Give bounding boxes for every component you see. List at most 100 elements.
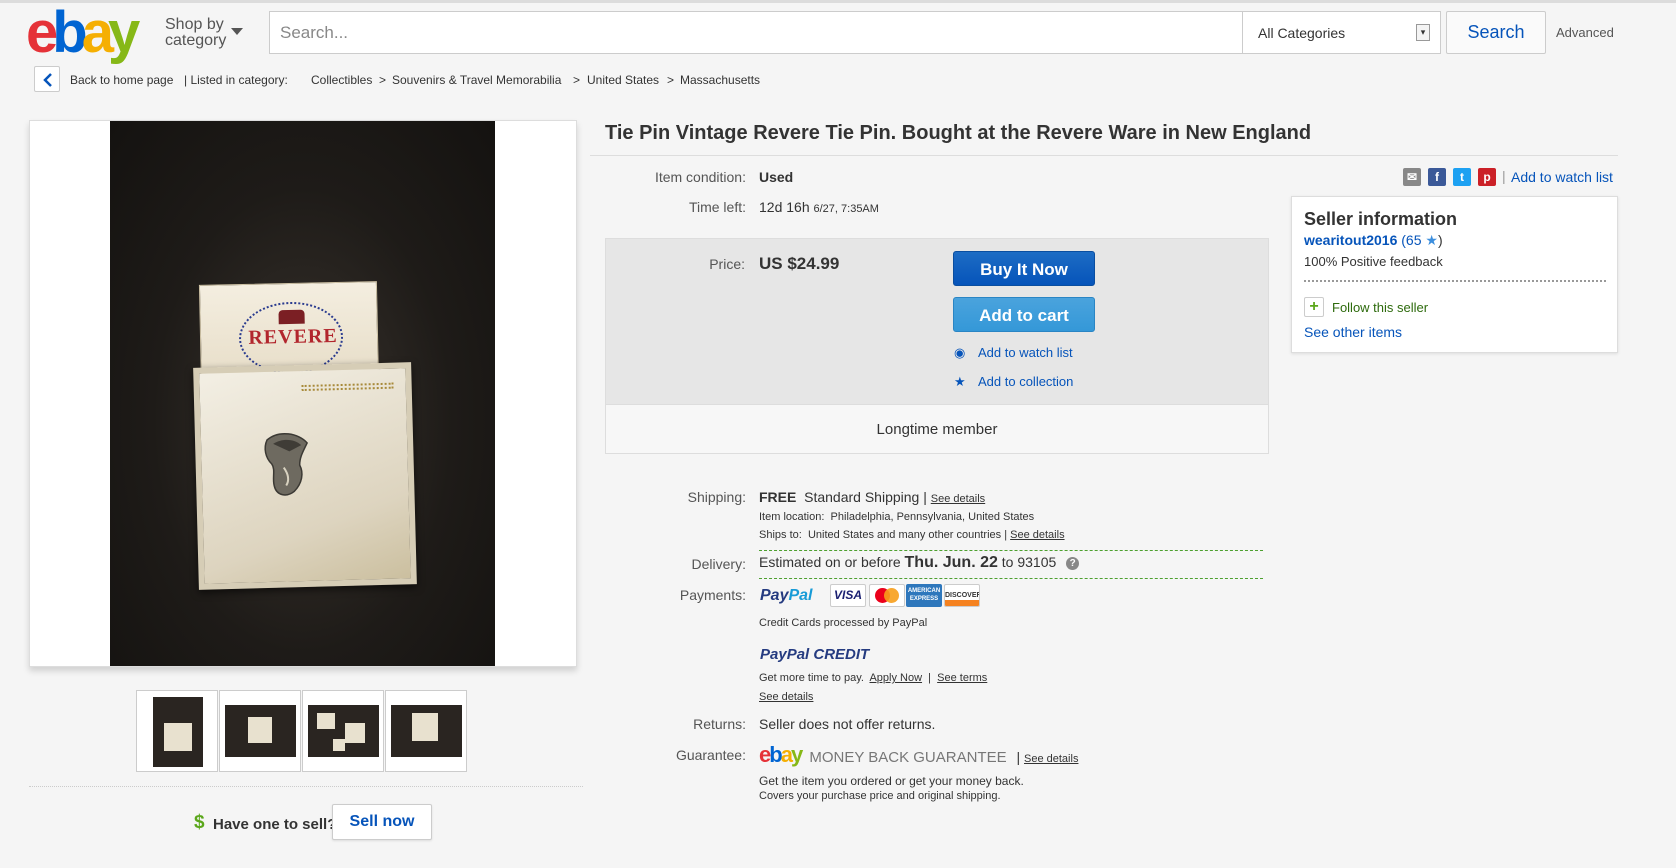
plus-icon[interactable]: +: [1304, 297, 1324, 317]
breadcrumb-separator: >: [667, 73, 675, 87]
divider: [759, 578, 1263, 579]
paypal-credit-text: Get more time to pay. Apply Now | See te…: [759, 672, 988, 684]
eye-icon: ◉: [954, 345, 966, 360]
delivery-value: Estimated on or before Thu. Jun. 22 to 9…: [759, 554, 1080, 572]
watch-label: Add to watch list: [978, 345, 1073, 360]
divider: [1304, 280, 1606, 282]
payments-label: Payments:: [679, 587, 746, 603]
item-title: Tie Pin Vintage Revere Tie Pin. Bought a…: [605, 122, 1312, 144]
positive-feedback-text: 100% Positive feedback: [1304, 254, 1443, 269]
paypal-logo: PayPal: [760, 587, 813, 604]
ships-to: Ships to: United States and many other c…: [759, 529, 1065, 541]
star-icon: ★: [954, 374, 966, 389]
guarantee-label: Guarantee:: [675, 747, 746, 763]
returns-label: Returns:: [693, 716, 746, 732]
breadcrumb-separator: >: [379, 73, 387, 87]
search-bar: All Categories ▾: [269, 11, 1441, 54]
category-select-value: All Categories: [1258, 25, 1346, 41]
divider: [759, 550, 1263, 551]
discover-card-icon: DISCOVER: [944, 584, 980, 607]
search-button[interactable]: Search: [1446, 11, 1546, 54]
facebook-icon[interactable]: f: [1428, 168, 1446, 186]
time-left-value: 12d 16h 6/27, 7:35AM: [759, 199, 879, 215]
revere-box-bottom: [193, 362, 417, 590]
email-icon[interactable]: ✉: [1403, 168, 1421, 186]
collection-label: Add to collection: [978, 374, 1074, 389]
product-photo: REVERE: [110, 121, 495, 666]
sell-now-button[interactable]: Sell now: [332, 804, 432, 840]
seller-name-link[interactable]: wearitout2016: [1304, 232, 1397, 248]
time-left-end: 6/27, 7:35AM: [813, 203, 879, 215]
dollar-icon: $: [194, 812, 205, 833]
shop-by-category-button[interactable]: Shop by category: [165, 17, 226, 49]
returns-value: Seller does not offer returns.: [759, 716, 936, 732]
guarantee-details-link[interactable]: See details: [1024, 753, 1078, 765]
dropdown-arrow-icon[interactable]: ▾: [1416, 24, 1430, 41]
condition-label: Item condition:: [654, 169, 746, 185]
thumbnail-2[interactable]: [219, 690, 301, 772]
breadcrumb-separator: >: [573, 73, 581, 87]
divider: [29, 786, 583, 787]
shipping-label: Shipping:: [687, 489, 746, 505]
add-to-collection-button[interactable]: ★ Add to collection: [954, 374, 1073, 390]
add-to-watch-list-button[interactable]: ◉ Add to watch list: [954, 345, 1073, 361]
see-other-items-link[interactable]: See other items: [1304, 324, 1402, 340]
apply-now-link[interactable]: Apply Now: [869, 672, 922, 684]
breadcrumb-item-united-states[interactable]: United States: [587, 73, 659, 87]
caret-down-icon[interactable]: [231, 28, 243, 35]
category-select[interactable]: All Categories ▾: [1242, 12, 1440, 53]
seller-name-row: wearitout2016 (65 ★): [1304, 232, 1443, 248]
star-icon: ★: [1425, 232, 1438, 248]
feedback-score-link[interactable]: (65: [1401, 232, 1421, 248]
thumbnail-3[interactable]: [302, 690, 384, 772]
ships-to-details-link[interactable]: See details: [1010, 529, 1064, 541]
guarantee-line1: Get the item you ordered or get your mon…: [759, 774, 1024, 788]
seller-information-panel: Seller information wearitout2016 (65 ★) …: [1291, 196, 1618, 353]
back-to-home-link[interactable]: Back to home page: [70, 73, 173, 87]
twitter-icon[interactable]: t: [1453, 168, 1471, 186]
follow-seller-link[interactable]: Follow this seller: [1332, 300, 1428, 315]
listed-in-label: | Listed in category:: [184, 73, 288, 87]
shipping-value: FREE Standard Shipping | See details: [759, 489, 985, 505]
header: ebay Shop by category All Categories ▾ S…: [0, 0, 1676, 62]
breadcrumb-item-souvenirs[interactable]: Souvenirs & Travel Memorabilia: [392, 73, 561, 87]
title-divider: [590, 155, 1618, 156]
shop-by-line2: category: [165, 32, 227, 49]
longtime-member-badge: Longtime member: [606, 404, 1268, 453]
visa-card-icon: VISA: [830, 584, 866, 607]
paypal-credit-logo: PayPal CREDIT: [760, 646, 870, 663]
ebay-logo[interactable]: ebay: [26, 4, 140, 62]
have-one-to-sell-text: Have one to sell?: [213, 816, 337, 833]
advanced-search-link[interactable]: Advanced: [1556, 25, 1614, 40]
add-to-cart-button[interactable]: Add to cart: [953, 297, 1095, 332]
price-label: Price:: [709, 256, 745, 272]
tie-pin-chain: [301, 382, 394, 392]
search-input[interactable]: [270, 12, 1242, 53]
shipping-free: FREE: [759, 489, 797, 505]
main-product-image[interactable]: REVERE: [29, 120, 577, 667]
shop-by-line1: Shop by: [165, 16, 224, 33]
pinterest-icon[interactable]: p: [1478, 168, 1496, 186]
condition-value: Used: [759, 169, 794, 185]
revere-brand-text: REVERE: [248, 324, 338, 349]
item-location: Item location: Philadelphia, Pennsylvani…: [759, 511, 1035, 523]
thumbnail-1[interactable]: [136, 690, 218, 772]
add-to-watch-list-link[interactable]: Add to watch list: [1511, 169, 1613, 185]
thumbnail-4[interactable]: [385, 690, 467, 772]
mastercard-icon: [869, 584, 905, 607]
breadcrumb-item-massachusetts[interactable]: Massachusetts: [680, 73, 760, 87]
delivery-date: Thu. Jun. 22: [904, 554, 998, 571]
shipping-method: Standard Shipping |: [804, 489, 927, 505]
separator: |: [1502, 168, 1506, 184]
amex-card-icon: AMERICAN EXPRESS: [906, 584, 942, 607]
breadcrumb-item-collectibles[interactable]: Collectibles: [311, 73, 372, 87]
buy-it-now-button[interactable]: Buy It Now: [953, 251, 1095, 286]
tie-pin-head-icon: [264, 433, 309, 496]
time-left-label: Time left:: [688, 199, 746, 215]
see-terms-link[interactable]: See terms: [937, 672, 987, 684]
shipping-details-link[interactable]: See details: [931, 493, 985, 505]
paypal-see-details-link[interactable]: See details: [759, 691, 813, 703]
price-value: US $24.99: [759, 254, 840, 273]
back-arrow-icon[interactable]: [34, 66, 60, 92]
help-icon[interactable]: ?: [1066, 556, 1080, 570]
